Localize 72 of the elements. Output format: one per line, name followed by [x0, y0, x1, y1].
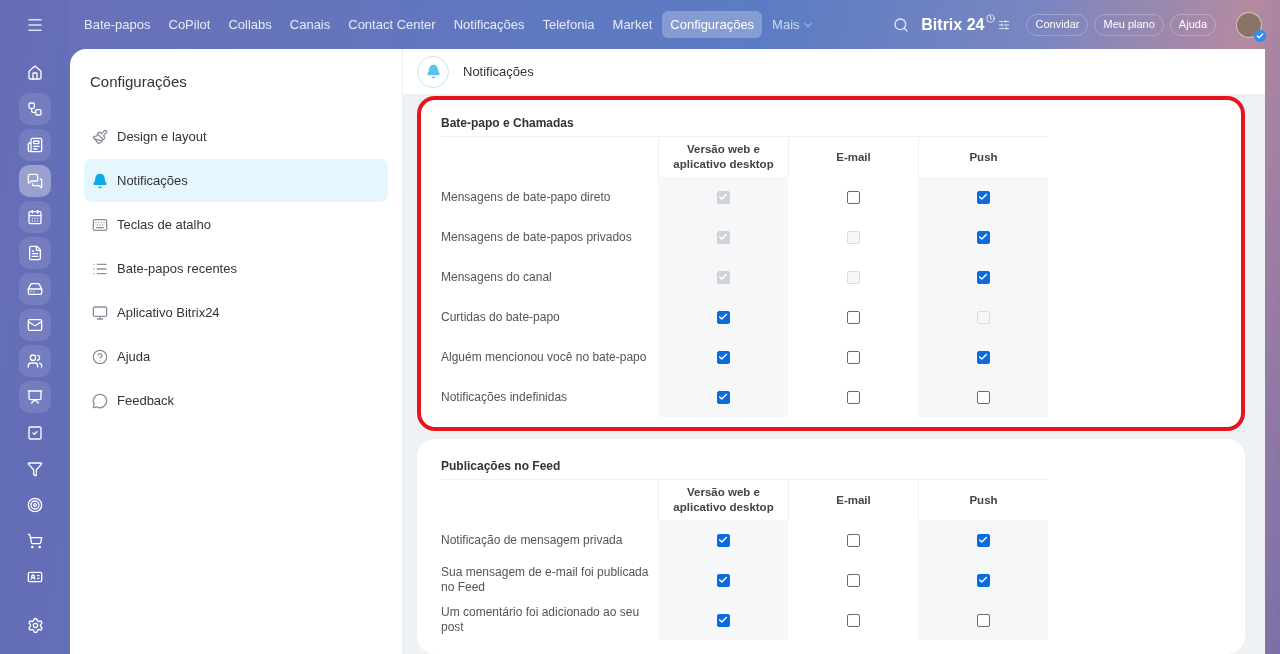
row-label: Notificação de mensagem privada — [441, 531, 624, 549]
checkbox[interactable] — [846, 613, 860, 627]
nav-tab[interactable]: Market — [604, 11, 661, 38]
checkbox[interactable] — [846, 573, 860, 587]
sliders-icon[interactable] — [998, 18, 1011, 31]
row-label: Alguém mencionou você no bate-papo — [441, 348, 648, 366]
page-title: Notificações — [463, 62, 534, 81]
nav-tab[interactable]: Configurações — [662, 11, 763, 38]
row-label: Sua mensagem de e-mail foi publicada no Feed — [441, 564, 650, 596]
checkbox[interactable] — [976, 613, 990, 627]
checkbox[interactable] — [976, 390, 990, 404]
nav-tab[interactable]: Bate-papos — [76, 11, 159, 38]
sidebar-item[interactable]: Teclas de atalho — [84, 203, 388, 246]
settings-icon[interactable] — [26, 617, 44, 634]
row-label: Curtidas do bate-papo — [441, 308, 561, 326]
nav-tab[interactable]: Notificações — [445, 11, 533, 38]
mail-icon[interactable] — [19, 309, 51, 341]
checkbox[interactable] — [846, 310, 860, 324]
sidebar-item[interactable]: Design e layout — [84, 115, 388, 158]
drive-icon[interactable] — [19, 273, 51, 305]
question-icon — [92, 348, 108, 365]
sidebar-item[interactable]: Bate-papos recentes — [84, 247, 388, 290]
section-title: Publicações no Feed — [441, 458, 562, 475]
calendar-icon[interactable] — [19, 201, 51, 233]
nav-tab[interactable]: Contact Center — [340, 11, 444, 38]
keyboard-icon — [92, 216, 108, 233]
sidebar-item[interactable]: Notificações — [84, 159, 388, 202]
checkbox[interactable] — [976, 573, 990, 587]
nav-tab[interactable]: CoPilot — [160, 11, 219, 38]
checkbox[interactable] — [716, 533, 730, 547]
row-label: Mensagens de bate-papos privados — [441, 228, 633, 246]
speech-bubble-icon — [92, 392, 108, 409]
presentation-icon[interactable] — [19, 381, 51, 413]
clock-icon — [986, 14, 996, 23]
checkbox[interactable] — [976, 350, 990, 364]
section-title: Bate-papo e Chamadas — [441, 115, 575, 132]
checkbox[interactable] — [976, 190, 990, 204]
more-menu[interactable]: Mais — [764, 14, 822, 35]
checkbox[interactable] — [716, 310, 730, 324]
search-icon[interactable] — [893, 16, 910, 33]
nav-tab[interactable]: Collabs — [220, 11, 280, 38]
chat-icon[interactable] — [19, 165, 51, 197]
checkbox[interactable] — [846, 533, 860, 547]
checkbox[interactable] — [976, 230, 990, 244]
monitor-icon — [92, 304, 108, 321]
checkbox[interactable] — [846, 350, 860, 364]
sidebar-item[interactable]: Aplicativo Bitrix24 — [84, 291, 388, 334]
checkbox[interactable] — [716, 350, 730, 364]
checkbox[interactable] — [716, 390, 730, 404]
sidebar-item[interactable]: Feedback — [84, 379, 388, 422]
checkbox[interactable] — [846, 390, 860, 404]
avatar[interactable] — [1236, 11, 1262, 38]
bell-icon — [92, 172, 108, 189]
checkbox[interactable] — [716, 573, 730, 587]
checkbox[interactable] — [716, 613, 730, 627]
file-icon[interactable] — [19, 237, 51, 269]
document-icon[interactable] — [19, 129, 51, 161]
checkbox[interactable] — [976, 533, 990, 547]
nodes-icon[interactable] — [19, 93, 51, 125]
row-label: Um comentário foi adicionado ao seu post — [441, 604, 641, 636]
nav-tab[interactable]: Telefonia — [534, 11, 603, 38]
brush-icon — [92, 128, 108, 145]
sidebar-title: Configurações — [89, 72, 188, 92]
row-label: Notificações indefinidas — [441, 388, 569, 406]
checkbox[interactable] — [976, 270, 990, 284]
checkbox[interactable] — [846, 190, 860, 204]
users-icon[interactable] — [19, 345, 51, 377]
row-label: Mensagens de bate-papo direto — [441, 188, 612, 206]
sidebar-item[interactable]: Ajuda — [84, 335, 388, 378]
logo[interactable]: Bitrix 24 — [921, 12, 985, 37]
nav-tab[interactable]: Canais — [281, 11, 339, 38]
row-label: Mensagens do canal — [441, 268, 553, 286]
